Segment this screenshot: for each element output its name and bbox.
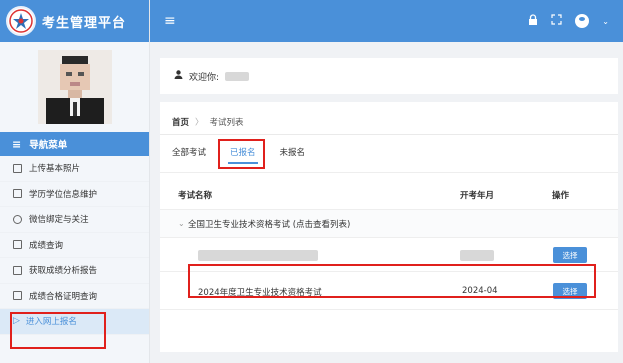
exam-group-label: 全国卫生专业技术资格考试 (点击查看列表)	[188, 219, 351, 230]
select-button[interactable]: 选择	[553, 247, 587, 263]
sidebar-item-label: 进入网上报名	[25, 317, 77, 328]
card-icon	[13, 189, 22, 199]
sidebar-item-education[interactable]: 学历学位信息维护	[0, 182, 149, 207]
avatar	[37, 50, 112, 124]
avatar-area	[0, 42, 149, 132]
table-row: 选择	[160, 238, 618, 272]
breadcrumb: 首页〉考试列表	[172, 116, 244, 128]
tab-unregistered[interactable]: 未报名	[280, 146, 306, 158]
blurred-username	[225, 71, 250, 81]
sidebar-item-label: 微信绑定与关注	[29, 215, 89, 226]
column-header-date: 开考年月	[460, 190, 495, 201]
sidebar-item-certificate[interactable]: 成绩合格证明查询	[0, 284, 149, 309]
sidebar-item-wechat[interactable]: 微信绑定与关注	[0, 207, 149, 233]
tab-bar: 全部考试 已报名 未报名	[172, 146, 329, 164]
tab-all-exams[interactable]: 全部考试	[172, 146, 206, 158]
menu-icon: ≡	[12, 137, 22, 151]
table-header: 考试名称 开考年月 操作	[160, 180, 618, 210]
exam-name: 2024年度卫生专业技术资格考试	[198, 288, 322, 298]
select-button[interactable]: 选择	[553, 283, 587, 299]
fullscreen-icon[interactable]	[551, 14, 562, 28]
image-icon	[13, 163, 22, 173]
column-header-name: 考试名称	[178, 190, 213, 201]
table-row: 2024年度卫生专业技术资格考试 2024-04 选择	[160, 272, 618, 310]
logo-icon	[6, 6, 36, 36]
document-icon	[13, 240, 22, 250]
divider	[160, 134, 618, 135]
sidebar-item-online-registration[interactable]: ▷ 进入网上报名	[0, 309, 149, 335]
blurred-exam-date	[460, 250, 494, 261]
app-title: 考生管理平台	[42, 15, 127, 31]
lock-icon[interactable]	[528, 14, 538, 28]
breadcrumb-separator: 〉	[195, 118, 204, 128]
breadcrumb-current: 考试列表	[209, 118, 244, 128]
nav-menu-title: 导航菜单	[29, 140, 68, 151]
send-icon: ▷	[13, 315, 20, 326]
main-content: 欢迎你: 首页〉考试列表 全部考试 已报名 未报名 考试名称 开考年月 操作 ⌄…	[150, 42, 623, 363]
column-header-action: 操作	[552, 190, 570, 201]
sidebar-item-label: 成绩合格证明查询	[29, 291, 98, 302]
user-icon	[174, 70, 183, 82]
tab-underline	[160, 172, 618, 173]
sidebar-item-label: 上传基本照片	[29, 164, 81, 175]
welcome-label: 欢迎你:	[189, 72, 220, 83]
exam-date: 2024-04	[462, 286, 498, 296]
menu-toggle-icon[interactable]: ≡	[164, 13, 176, 29]
blurred-exam-name	[198, 250, 318, 261]
nav-menu-header: ≡ 导航菜单	[0, 132, 149, 156]
exam-group-row[interactable]: ⌄ 全国卫生专业技术资格考试 (点击查看列表)	[160, 210, 618, 238]
sidebar-item-report[interactable]: 获取成绩分析报告	[0, 258, 149, 284]
logo-bar: 考生管理平台	[0, 0, 149, 42]
wechat-icon	[13, 214, 22, 224]
chevron-down-icon[interactable]: ⌄	[602, 17, 609, 26]
sidebar-item-label: 成绩查询	[29, 240, 64, 251]
chevron-down-icon: ⌄	[178, 219, 185, 228]
sidebar-item-label: 学历学位信息维护	[29, 189, 98, 200]
topbar: ≡ ⌄	[150, 0, 623, 42]
breadcrumb-home[interactable]: 首页	[172, 118, 189, 128]
sidebar-item-label: 获取成绩分析报告	[29, 266, 98, 277]
certificate-icon	[13, 291, 22, 301]
user-icon[interactable]	[575, 14, 590, 28]
welcome-card: 欢迎你:	[160, 58, 618, 94]
sidebar-item-scores[interactable]: 成绩查询	[0, 233, 149, 258]
report-icon	[13, 265, 22, 275]
exam-panel: 首页〉考试列表 全部考试 已报名 未报名 考试名称 开考年月 操作 ⌄ 全国卫生…	[160, 102, 618, 352]
sidebar-item-upload-photo[interactable]: 上传基本照片	[0, 156, 149, 182]
sidebar: 考生管理平台 ≡ 导航菜单 上传基本照片 学历学位信息维护 微信绑定与关注 成绩…	[0, 0, 150, 363]
tab-registered[interactable]: 已报名	[228, 146, 258, 164]
